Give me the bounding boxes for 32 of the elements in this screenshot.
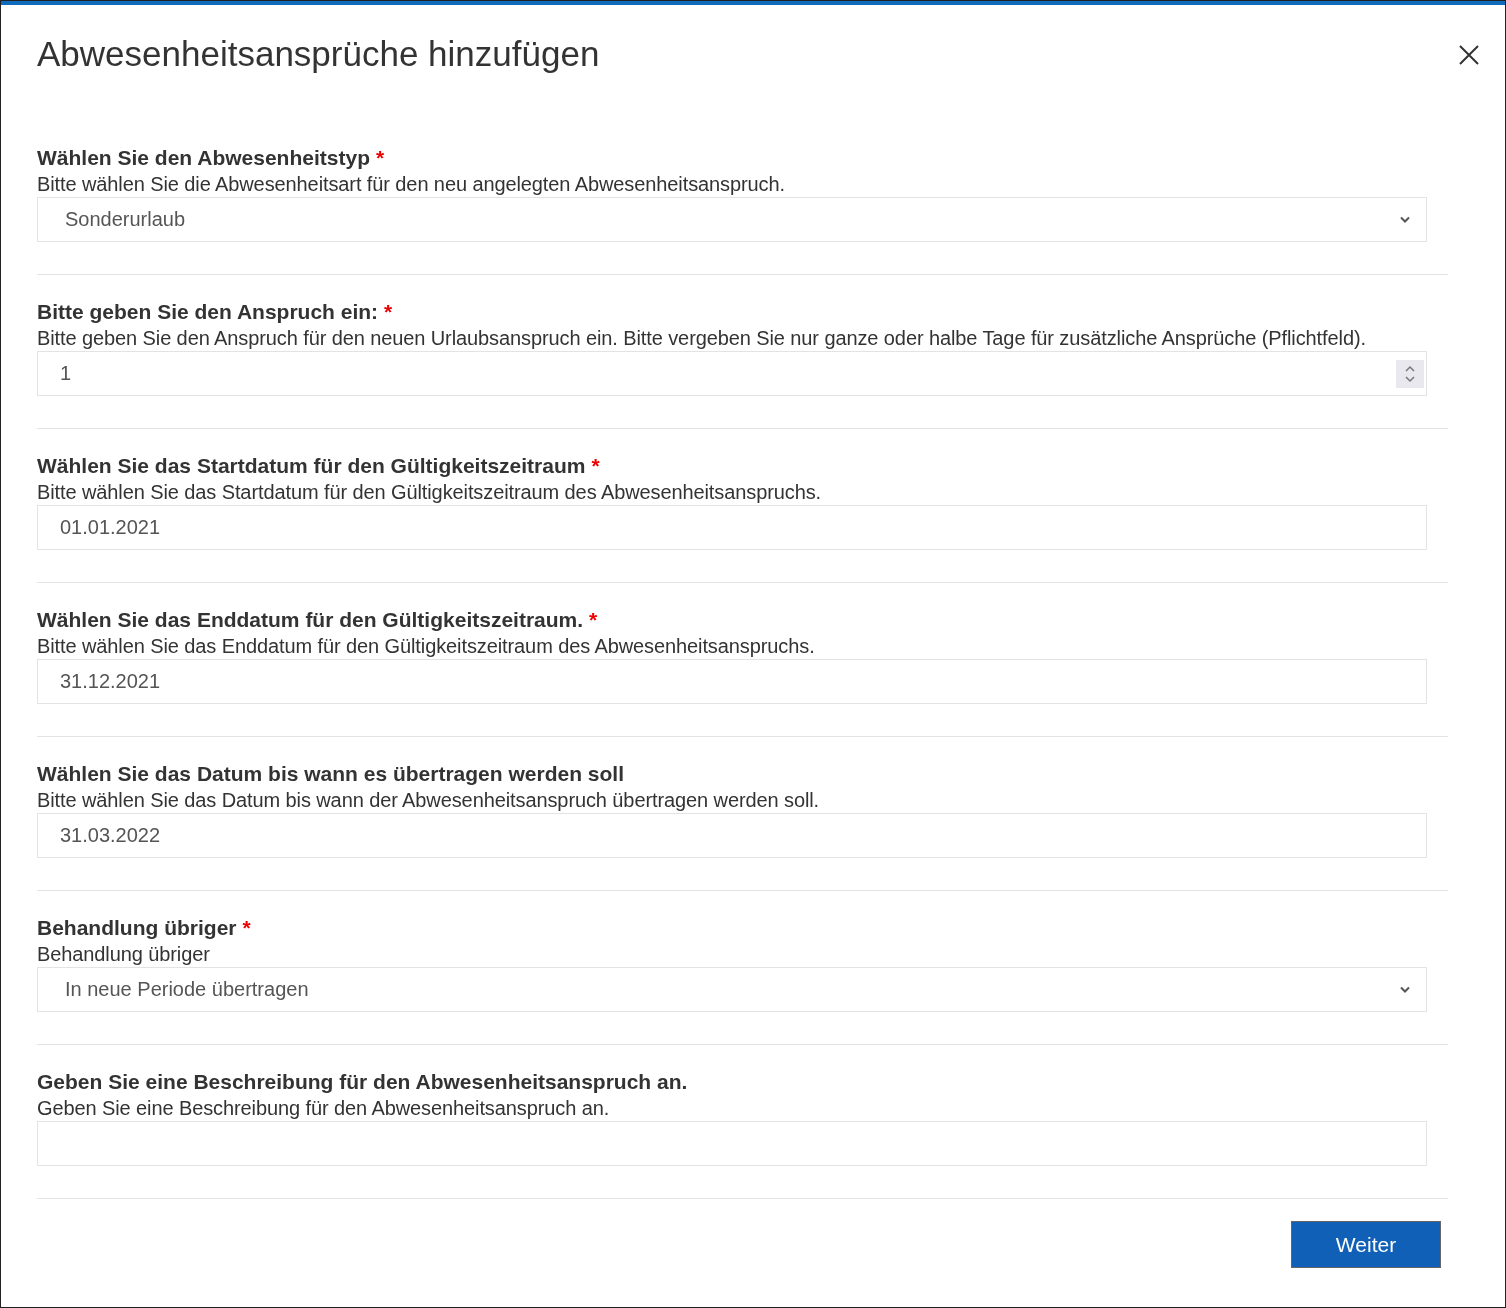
field-description: Bitte wählen Sie das Startdatum für den Gültigkeitszeitraum des Abwesenheitsanspruchs. [37,480,823,505]
chevron-down-icon [1400,986,1410,993]
field-description: Bitte wählen Sie die Abwesenheitsart für den neu angelegten Abwesenheitsanspruch. [37,172,786,197]
field-label: Behandlung übriger [37,915,237,941]
chevron-down-icon [1400,216,1410,223]
field-description: Behandlung übriger [37,942,211,967]
number-field[interactable]: 1 [37,351,1427,396]
close-icon[interactable] [1459,45,1479,65]
required-mark: * [375,145,385,171]
field-label: Bitte geben Sie den Anspruch ein: [37,299,379,325]
field-label: Wählen Sie das Enddatum für den Gültigkeitszeitraum. [37,607,584,633]
field-description: Geben Sie eine Beschreibung für den Abwesenheitsanspruch an. [37,1096,611,1121]
input-field[interactable]: 01.01.2021 [37,505,1427,550]
dropdown-field[interactable]: Sonderurlaub [37,197,1427,242]
input-field[interactable] [37,1121,1427,1166]
required-mark: * [384,299,393,325]
required-mark: * [589,607,598,633]
required-mark: * [242,915,251,941]
field-description: Bitte wählen Sie das Enddatum für den Gültigkeitszeitraum des Abwesenheitsanspruchs. [37,634,816,659]
spinner-icon[interactable] [1396,359,1424,388]
field-label: Wählen Sie den Abwesenheitstyp [37,145,370,171]
field-label: Wählen Sie das Startdatum für den Gültigkeitszeitraum [37,453,586,479]
field-description: Bitte wählen Sie das Datum bis wann der Abwesenheitsanspruch übertragen werden soll. [37,788,821,813]
field-description: Bitte geben Sie den Anspruch für den neuen Urlaubsanspruch ein. Bitte vergeben Sie nur ganze oder halbe Tage für zusätzliche Ansprüche (Pflichtfeld). [37,326,1367,351]
dropdown-field[interactable]: In neue Periode übertragen [37,967,1427,1012]
input-field[interactable]: 31.12.2021 [37,659,1427,704]
input-field[interactable]: 31.03.2022 [37,813,1427,858]
field-label: Wählen Sie das Datum bis wann es übertragen werden soll [37,761,624,787]
field-label: Geben Sie eine Beschreibung für den Abwesenheitsanspruch an. [37,1069,688,1095]
next-button[interactable]: Weiter [1291,1221,1441,1268]
dialog-title: Abwesenheitsansprüche hinzufügen [37,33,600,75]
required-mark: * [591,453,600,479]
